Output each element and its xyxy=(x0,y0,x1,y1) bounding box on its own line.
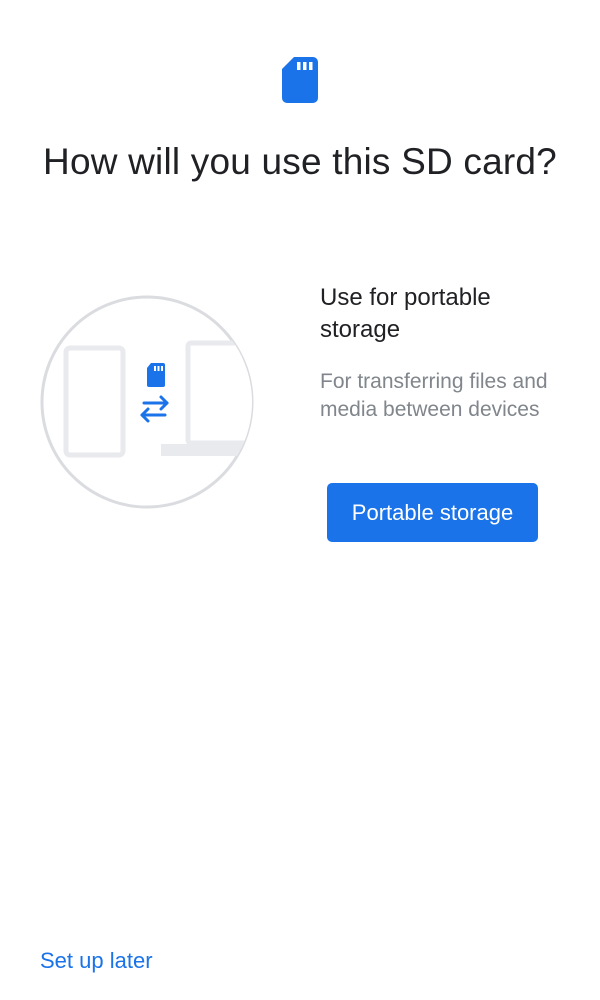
option-description: For transferring files and media between… xyxy=(320,370,548,421)
computer-screen-illustration xyxy=(185,340,252,446)
small-sd-card-icon xyxy=(147,363,165,387)
sd-card-setup-screen: How will you use this SD card? Use for p… xyxy=(0,0,600,1000)
phone-illustration xyxy=(63,345,126,458)
sd-card-icon xyxy=(282,57,318,103)
set-up-later-button[interactable]: Set up later xyxy=(40,946,153,976)
portable-storage-button[interactable]: Portable storage xyxy=(327,483,538,542)
portable-storage-illustration xyxy=(40,295,254,509)
page-title: How will you use this SD card? xyxy=(43,141,557,182)
option-title: Use for portable storage xyxy=(320,284,491,343)
